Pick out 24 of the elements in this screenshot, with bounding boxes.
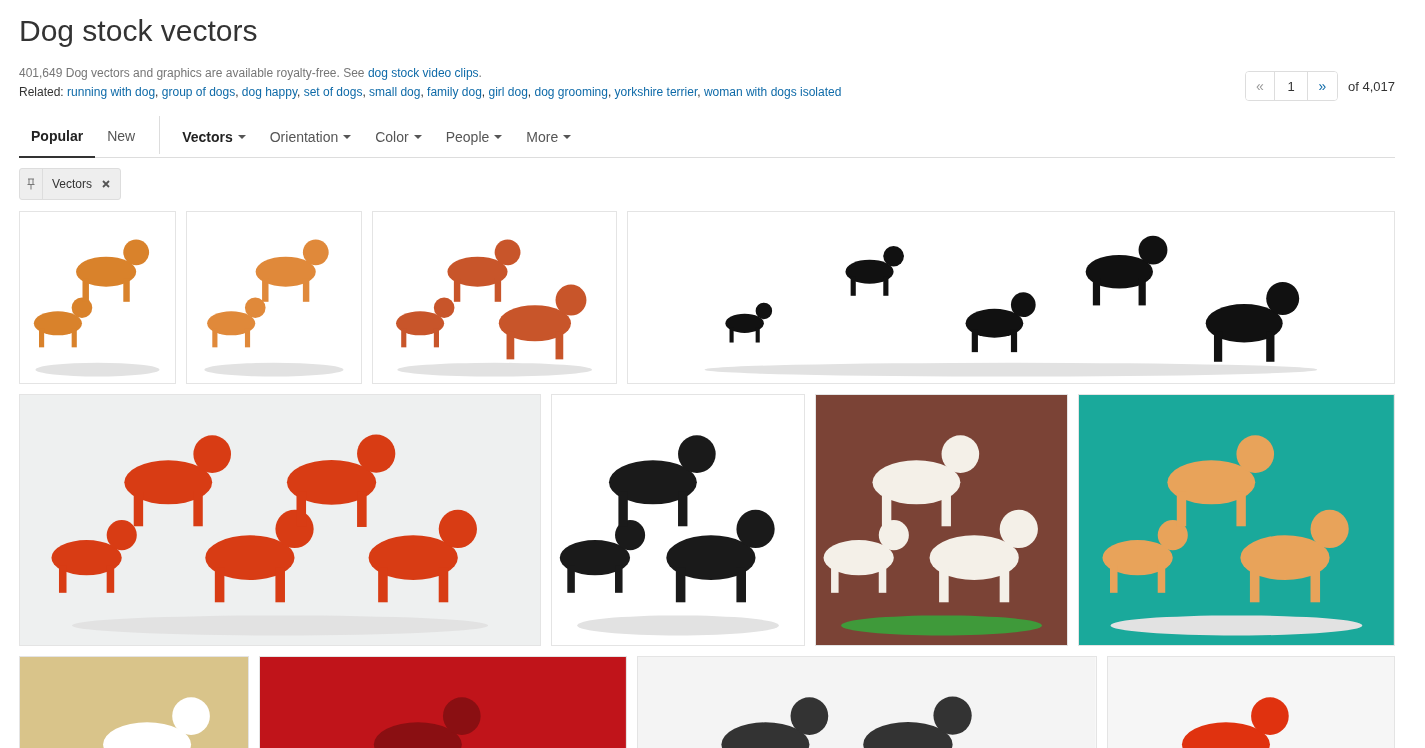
results-summary: 401,649 Dog vectors and graphics are available royalty-free. See dog stock video clips. <box>19 66 483 80</box>
related-link[interactable]: dog grooming <box>534 85 608 99</box>
caret-icon <box>494 134 503 139</box>
filter-dropdown[interactable]: Vectors <box>170 116 258 157</box>
caret-icon <box>343 134 352 139</box>
chip-label: Vectors <box>51 177 94 191</box>
sort-tab[interactable]: Popular <box>19 116 96 158</box>
related-link[interactable]: dog happy <box>241 85 297 99</box>
filter-dropdown[interactable]: Orientation <box>257 116 364 157</box>
filter-dropdown[interactable]: People <box>433 116 515 157</box>
filter-dropdown[interactable]: Color <box>363 116 434 157</box>
page-title: Dog stock vectors <box>19 14 259 48</box>
related-link[interactable]: yorkshire terrier <box>614 85 698 99</box>
caret-icon <box>237 134 246 139</box>
filter-dropdown[interactable]: More <box>514 116 584 157</box>
caret-icon <box>413 134 422 139</box>
related-searches: Related: running with dog, group of dogs, dog happy, set of dogs, small dog, family dog, girl dog, dog grooming, yorkshire terrier, woman with dogs isolated <box>19 85 842 99</box>
related-link[interactable]: family dog <box>427 85 482 99</box>
sort-tab[interactable]: New <box>95 116 148 158</box>
page-total: of 4,017 <box>1348 78 1395 94</box>
caret-icon <box>563 134 572 139</box>
related-link[interactable]: girl dog <box>488 85 528 99</box>
related-link[interactable]: woman with dogs isolated <box>703 85 842 99</box>
video-clips-link[interactable]: dog stock video clips <box>367 66 479 80</box>
